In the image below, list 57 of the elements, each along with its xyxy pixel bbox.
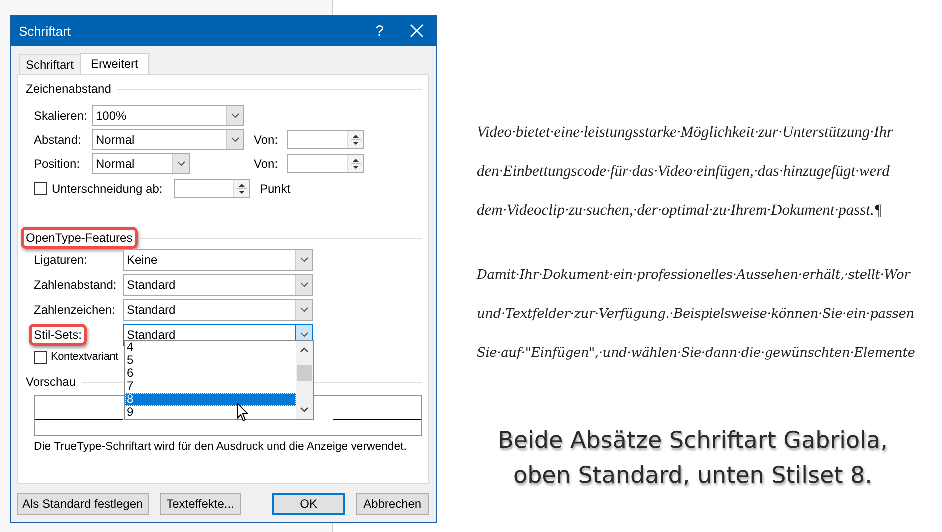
chevron-down-icon	[300, 307, 308, 313]
help-button[interactable]: ?	[376, 22, 384, 40]
dialog-button[interactable]: Texteffekte...	[160, 493, 242, 515]
field-label: Skalieren:	[34, 108, 88, 122]
section-heading: Zeichenabstand	[25, 81, 112, 98]
window-title: Schriftart	[19, 24, 72, 38]
caption-text: oben Standard, unten Stilset 8.	[512, 462, 874, 491]
tab[interactable]: Erweitert	[80, 53, 150, 74]
close-icon[interactable]	[410, 24, 424, 38]
document-text-line: und·Textfelder·zur·Verfügung.·Beispielsweise·können·Sie·ein·passen	[477, 306, 916, 324]
caption-text: Beide Absätze Schriftart Gabriola,	[497, 427, 889, 456]
document-text-line: den·Einbettungscode·für·das·Video·einfügen,·das·hinzugefügt·werd	[477, 162, 891, 182]
field-label: Abstand:	[34, 132, 82, 146]
spin-field[interactable]	[287, 130, 364, 149]
checkbox-label: Kontextvariant	[51, 351, 119, 363]
field-label: Zahlenzeichen:	[33, 302, 116, 319]
field-label: Stil-Sets:	[29, 324, 88, 346]
chevron-down-icon	[176, 160, 186, 166]
dropdown-field[interactable]: Standard	[123, 274, 313, 296]
spin-field[interactable]	[174, 179, 250, 198]
scrollbar[interactable]	[296, 341, 313, 419]
dialog-button[interactable]: Als Standard festlegen	[17, 493, 149, 515]
field-label: Von:	[254, 132, 280, 146]
chevron-down-icon	[230, 112, 240, 118]
document-text-line: Video·bietet·eine·leistungsstarke·Möglichkeit·zur·Unterstützung·Ihr	[477, 123, 894, 143]
list-item[interactable]: 8	[125, 393, 296, 406]
list-item[interactable]: 9	[125, 406, 296, 419]
chevron-down-icon	[300, 332, 308, 338]
document-text-line: Damit·Ihr·Dokument·ein·professionelles·Aussehen·erhält,·stellt·Wor	[477, 267, 912, 285]
dropdown-field[interactable]: 100%	[92, 105, 244, 126]
checkbox[interactable]	[34, 182, 47, 195]
document-text-line: dem·Videoclip·zu·suchen,·der·optimal·zu·Ihrem·Dokument·passt.¶	[477, 201, 884, 221]
field-label: Zahlenabstand:	[33, 277, 118, 294]
section-heading: OpenType-Features	[21, 227, 138, 249]
list-item[interactable]: 5	[125, 354, 296, 367]
document-text-line: Sie·auf·"Einfügen",·und·wählen·Sie·dann·die·gewünschten·Elemente	[477, 345, 916, 363]
chevron-down-icon	[300, 257, 308, 263]
dropdown-field[interactable]: Standard	[123, 299, 313, 321]
field-label: Von:	[254, 156, 280, 170]
tab[interactable]: Schriftart	[19, 54, 82, 74]
field-label: Position:	[34, 156, 82, 170]
field-label: Ligaturen:	[33, 252, 88, 269]
dropdown-field[interactable]: Normal	[92, 153, 190, 174]
checkbox-label: Unterschneidung ab:	[52, 182, 164, 196]
list-item[interactable]: 6	[125, 367, 296, 380]
chevron-down-icon	[300, 282, 308, 288]
dropdown-field[interactable]: Normal	[92, 129, 244, 150]
dropdown-field[interactable]: Keine	[123, 249, 313, 271]
preview-note: Die TrueType-Schriftart wird für den Ausdruck und die Anzeige verwendet.	[34, 441, 408, 453]
section-heading: Vorschau	[25, 374, 78, 391]
spin-field[interactable]	[287, 154, 364, 173]
dialog-button[interactable]: OK	[272, 493, 346, 515]
checkbox[interactable]	[34, 350, 47, 364]
list-item[interactable]: 7	[125, 380, 296, 393]
dialog-button[interactable]: Abbrechen	[356, 493, 429, 515]
chevron-down-icon	[230, 136, 240, 142]
unit-label: Punkt	[260, 182, 291, 196]
